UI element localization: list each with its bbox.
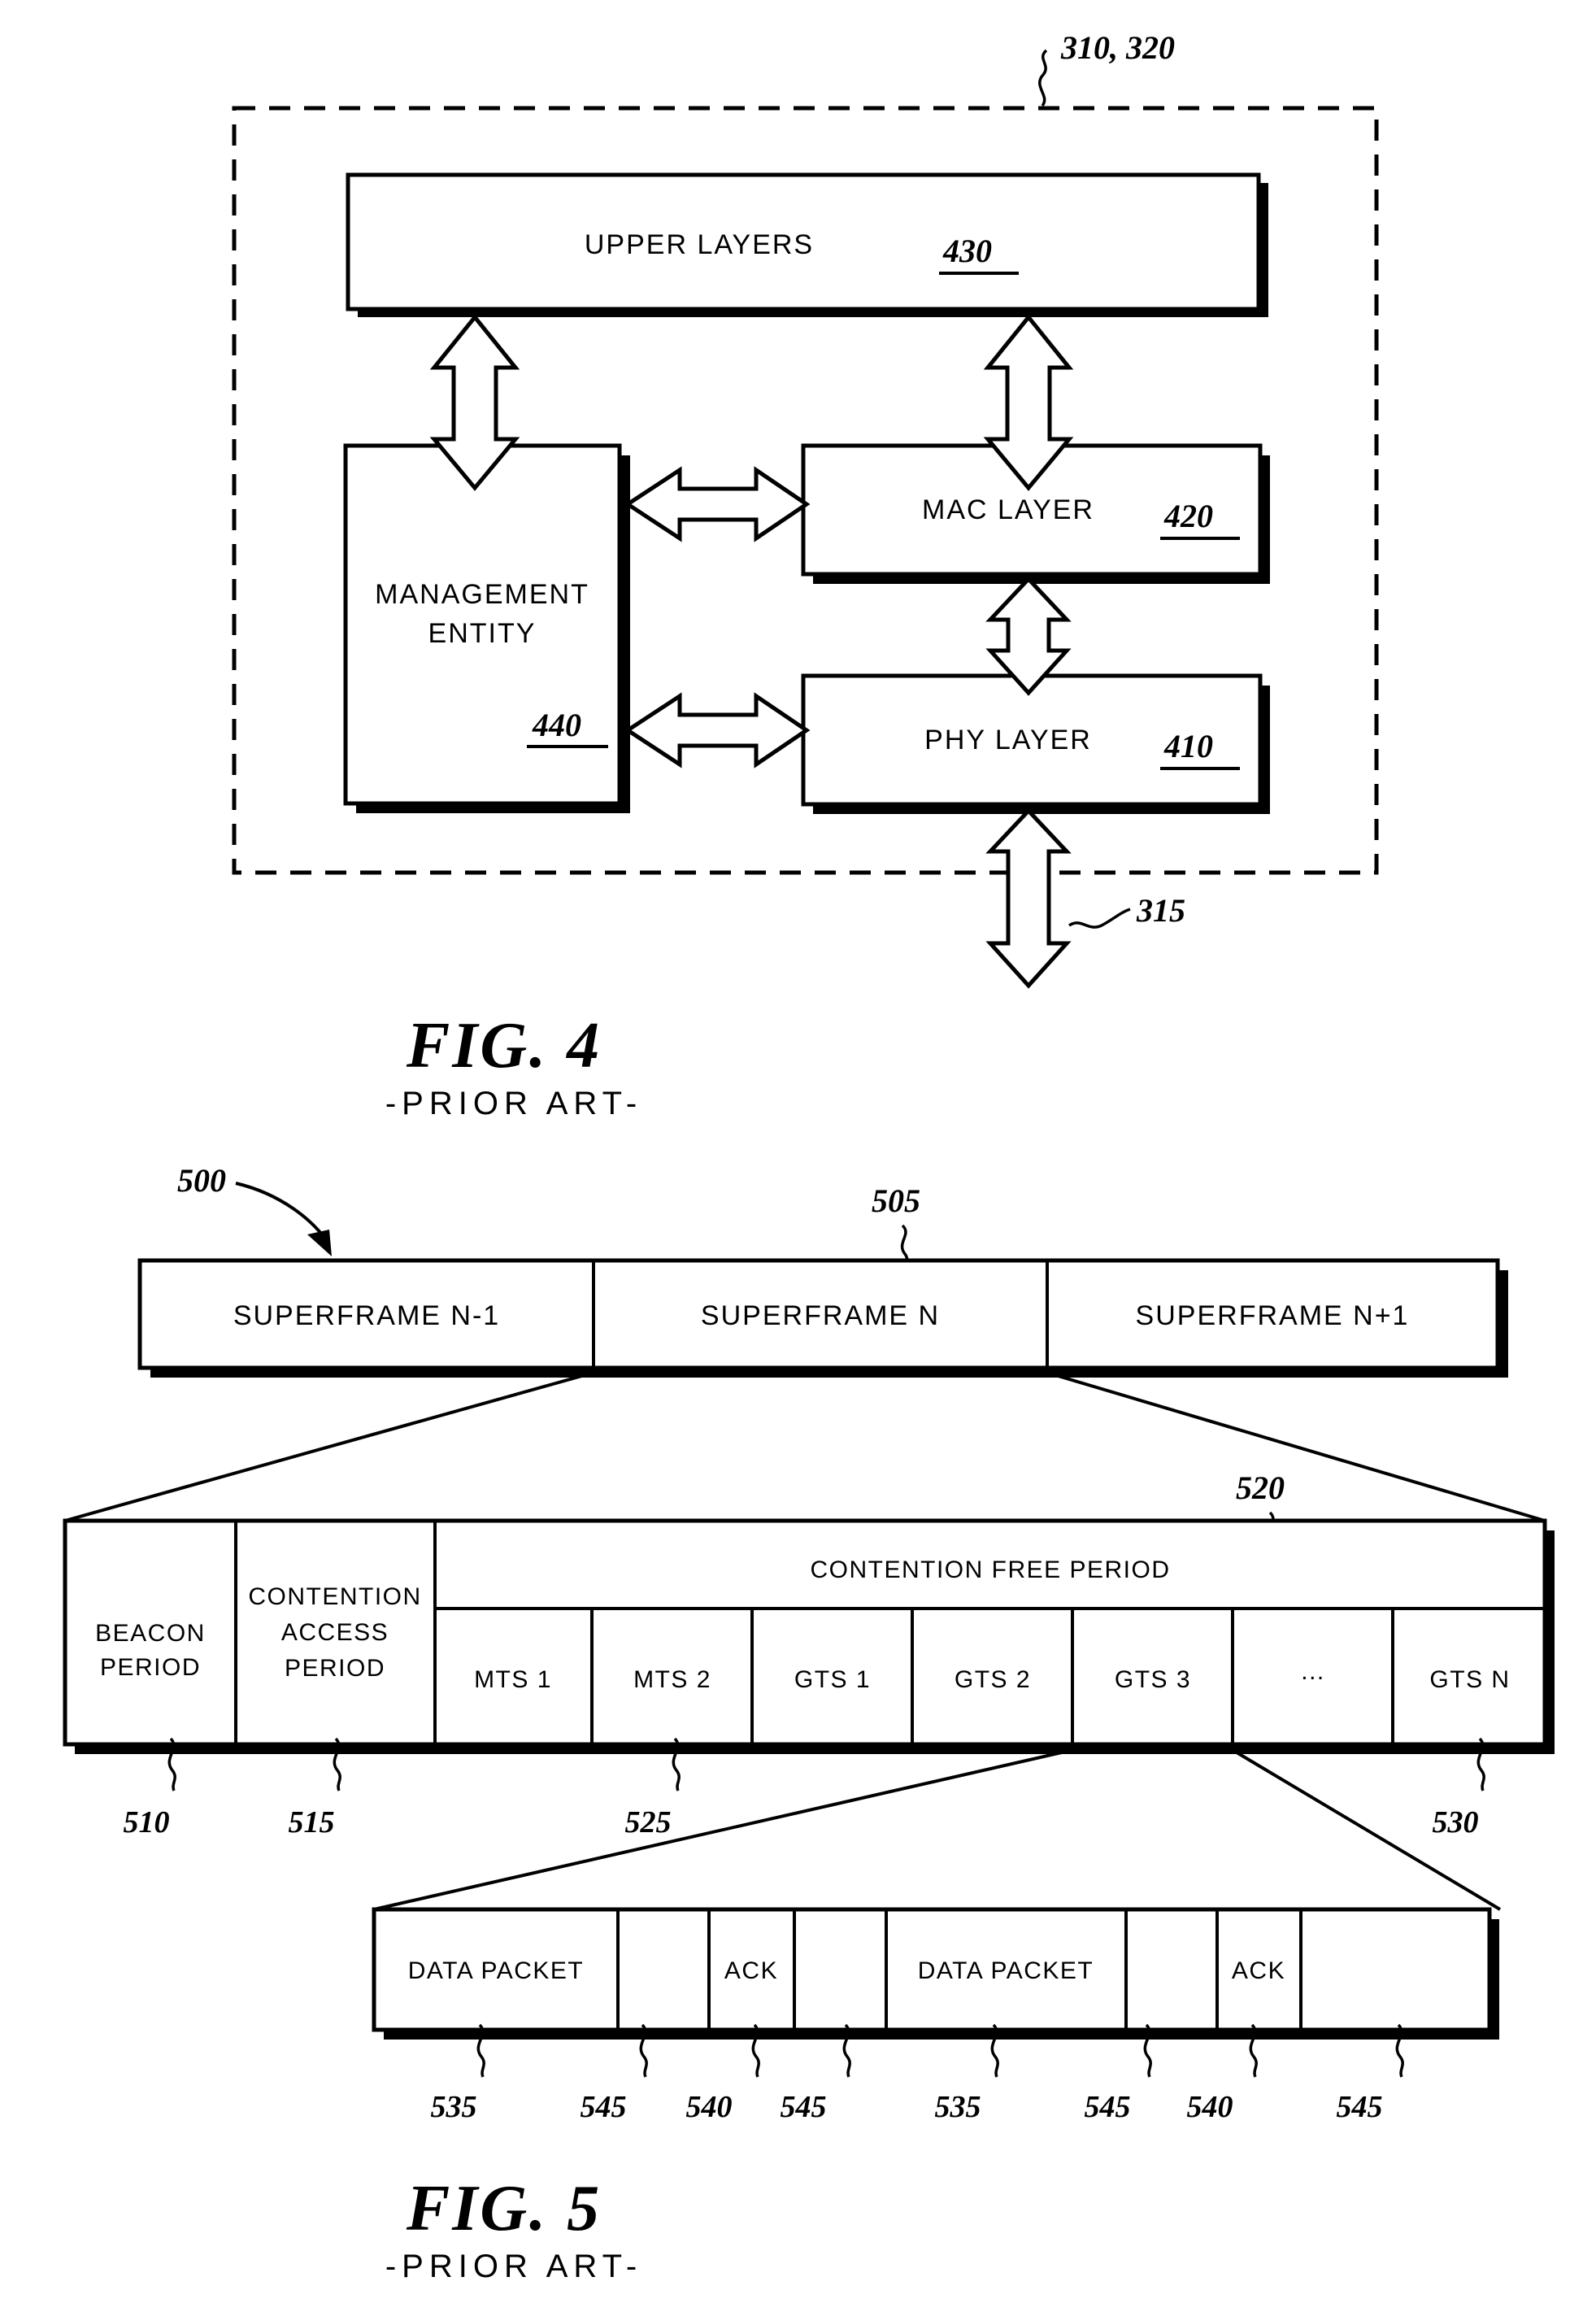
superframe-sequence-ref: 500 bbox=[177, 1162, 226, 1199]
packet-detail-row: DATA PACKET ACK DATA PACKET ACK bbox=[372, 1907, 1499, 2040]
beacon-period-ref: 510 bbox=[124, 1805, 170, 1839]
arrow-phy-to-medium bbox=[985, 808, 1072, 989]
upper-layers-ref: 430 bbox=[942, 233, 992, 269]
contention-access-label-line2: ACCESS bbox=[281, 1619, 389, 1646]
figure-5-prior-art: -PRIOR ART- bbox=[385, 2249, 642, 2284]
contention-access-label-line3: PERIOD bbox=[285, 1655, 385, 1682]
cfp-slot-label: MTS 1 bbox=[474, 1666, 552, 1693]
cfp-slot-label: MTS 2 bbox=[633, 1666, 711, 1693]
arrow-management-to-phy bbox=[624, 692, 811, 768]
external-ref-leader bbox=[1068, 908, 1131, 929]
superframe-cell-label: SUPERFRAME N-1 bbox=[233, 1300, 500, 1331]
contention-access-label-line1: CONTENTION bbox=[248, 1583, 421, 1610]
packet-ref: 535 bbox=[935, 2090, 981, 2124]
phy-layer-label: PHY LAYER bbox=[924, 725, 1092, 755]
packet-ref: 545 bbox=[1085, 2090, 1131, 2124]
superframe-cell-label: SUPERFRAME N bbox=[701, 1300, 940, 1331]
patent-drawing-sheet: 310, 320 UPPER LAYERS 430 MANAGEMENT ENT… bbox=[0, 0, 1596, 2303]
cfp-slot-label: GTS 1 bbox=[794, 1666, 871, 1693]
packet-cell-label: DATA PACKET bbox=[408, 1957, 585, 1984]
figure-5-caption: FIG. 5 bbox=[406, 2173, 602, 2244]
management-entity-label-line1: MANAGEMENT bbox=[375, 579, 589, 610]
packet-ref: 545 bbox=[781, 2090, 827, 2124]
upper-layers-label: UPPER LAYERS bbox=[585, 229, 814, 260]
packet-ref: 545 bbox=[1337, 2090, 1383, 2124]
outer-ref-leader bbox=[1038, 49, 1048, 107]
superframe-sequence-bar: SUPERFRAME N-1 SUPERFRAME N SUPERFRAME N… bbox=[137, 1258, 1508, 1378]
beacon-period-label-line1: BEACON bbox=[95, 1620, 206, 1647]
outer-ref-label: 310, 320 bbox=[1060, 29, 1175, 66]
figure-4-prior-art: -PRIOR ART- bbox=[385, 1086, 642, 1121]
upper-layers-box: UPPER LAYERS 430 bbox=[346, 172, 1268, 317]
packet-cell-label: ACK bbox=[724, 1957, 778, 1984]
contention-access-ref: 515 bbox=[289, 1805, 335, 1839]
superframe-detail-row: BEACON PERIOD CONTENTION ACCESS PERIOD C… bbox=[63, 1518, 1555, 1754]
superframe-expansion-lines bbox=[64, 1371, 1546, 1522]
phy-layer-ref: 410 bbox=[1163, 728, 1213, 764]
mts-slots-ref: 525 bbox=[625, 1805, 672, 1839]
cfp-slot-ellipsis: ... bbox=[1301, 1658, 1325, 1685]
external-ref-label: 315 bbox=[1136, 892, 1185, 929]
packet-row-refs: 535 545 540 545 535 545 540 545 bbox=[431, 2023, 1404, 2124]
gts-slots-ref: 530 bbox=[1433, 1805, 1479, 1839]
superframe-cell-label: SUPERFRAME N+1 bbox=[1136, 1300, 1410, 1331]
superframe-sequence-arrow bbox=[235, 1182, 332, 1256]
packet-cell-label: DATA PACKET bbox=[918, 1957, 1094, 1984]
frame-boundary-ref: 505 bbox=[872, 1182, 920, 1219]
management-entity-ref: 440 bbox=[532, 707, 581, 743]
contention-free-period-title: CONTENTION FREE PERIOD bbox=[810, 1556, 1170, 1583]
cfp-slot-label: GTS 2 bbox=[955, 1666, 1031, 1693]
mac-layer-label: MAC LAYER bbox=[922, 494, 1094, 525]
packet-ref: 545 bbox=[581, 2090, 627, 2124]
figure-4-group: 310, 320 UPPER LAYERS 430 MANAGEMENT ENT… bbox=[232, 29, 1379, 1121]
arrow-management-to-mac bbox=[624, 466, 811, 542]
mac-layer-ref: 420 bbox=[1163, 498, 1213, 534]
figure-4-caption: FIG. 4 bbox=[406, 1010, 602, 1082]
gts-expansion-lines bbox=[373, 1748, 1502, 1911]
cfp-slot-label: GTS N bbox=[1429, 1666, 1510, 1693]
phy-layer-box: PHY LAYER 410 bbox=[801, 673, 1270, 814]
figure-5-group: 500 505 SUPERFRAME N-1 SUPERFRAME N SUPE… bbox=[63, 1162, 1555, 2284]
packet-cell-label: ACK bbox=[1232, 1957, 1285, 1984]
packet-ref: 535 bbox=[431, 2090, 477, 2124]
cfp-slot-label: GTS 3 bbox=[1115, 1666, 1191, 1693]
contention-free-ref: 520 bbox=[1236, 1469, 1285, 1506]
management-entity-box: MANAGEMENT ENTITY 440 bbox=[343, 443, 630, 813]
beacon-period-label-line2: PERIOD bbox=[100, 1654, 201, 1681]
packet-ref: 540 bbox=[1187, 2090, 1233, 2124]
packet-ref: 540 bbox=[686, 2090, 733, 2124]
management-entity-label-line2: ENTITY bbox=[428, 618, 537, 649]
